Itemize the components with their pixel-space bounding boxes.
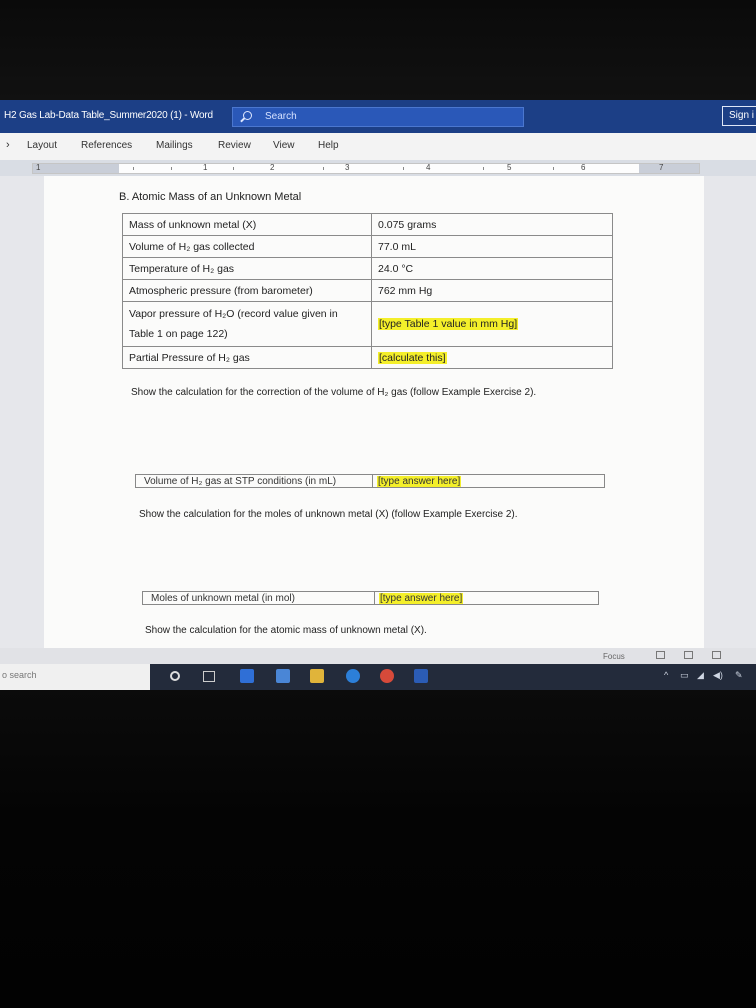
- taskbar-search-text: o search: [2, 670, 37, 680]
- table-cell-value[interactable]: 77.0 mL: [371, 235, 613, 258]
- table-cell-label[interactable]: Volume of H₂ gas collected: [122, 235, 372, 258]
- status-bar: [0, 648, 756, 664]
- ruler-tick: [553, 167, 554, 170]
- table-cell-label[interactable]: Vapor pressure of H₂O (record value give…: [122, 301, 372, 347]
- table-cell-label[interactable]: Temperature of H₂ gas: [122, 257, 372, 280]
- ruler-number: 6: [581, 163, 586, 172]
- ruler-right-margin[interactable]: [639, 164, 699, 173]
- word-icon[interactable]: [414, 669, 428, 683]
- pen-icon[interactable]: ✎: [735, 670, 743, 681]
- tab-mailings[interactable]: Mailings: [156, 140, 193, 151]
- task-view-icon[interactable]: [203, 671, 215, 682]
- web-layout-icon[interactable]: [712, 651, 721, 659]
- ruler-left-margin[interactable]: [33, 164, 119, 173]
- window-title: H2 Gas Lab-Data Table_Summer2020 (1) - W…: [4, 110, 213, 121]
- store-icon[interactable]: [276, 669, 290, 683]
- table-cell-label[interactable]: Atmospheric pressure (from barometer): [122, 279, 372, 302]
- ruler-tick: [233, 167, 234, 170]
- table-cell-value[interactable]: 762 mm Hg: [371, 279, 613, 302]
- chevron-up-icon[interactable]: ^: [664, 670, 668, 680]
- ie-icon[interactable]: [346, 669, 360, 683]
- table-row: Volume of H₂ gas collected 77.0 mL: [122, 235, 613, 258]
- ruler-tick: [171, 167, 172, 170]
- table-row: Temperature of H₂ gas 24.0 °C: [122, 257, 613, 280]
- ruler-number: 3: [345, 163, 350, 172]
- tab-view[interactable]: View: [273, 140, 295, 151]
- ruler-tick: [133, 167, 134, 170]
- answer-box-volume: Volume of H₂ gas at STP conditions (in m…: [135, 474, 605, 488]
- tab-help[interactable]: Help: [318, 140, 339, 151]
- highlighted-placeholder[interactable]: [type Table 1 value in mm Hg]: [378, 318, 519, 330]
- ruler-number: 7: [659, 163, 664, 172]
- tab-references[interactable]: References: [81, 140, 132, 151]
- ruler-number: 4: [426, 163, 431, 172]
- ruler-number: 5: [507, 163, 512, 172]
- tab-layout[interactable]: Layout: [27, 140, 57, 151]
- table-cell-value[interactable]: [type Table 1 value in mm Hg]: [371, 301, 613, 347]
- search-icon: [243, 111, 252, 120]
- background-bottom: [0, 690, 756, 1008]
- read-mode-icon[interactable]: [656, 651, 665, 659]
- search-placeholder: Search: [265, 111, 297, 122]
- background-top: [0, 0, 756, 100]
- print-layout-icon[interactable]: [684, 651, 693, 659]
- table-row: Mass of unknown metal (X) 0.075 grams: [122, 213, 613, 236]
- answer-placeholder[interactable]: [type answer here]: [377, 476, 462, 487]
- battery-icon[interactable]: ▭: [680, 670, 689, 681]
- ribbon-tabs: › Layout References Mailings Review View…: [0, 133, 756, 161]
- table-row: Partial Pressure of H₂ gas [calculate th…: [122, 346, 613, 369]
- ruler-tick: [483, 167, 484, 170]
- cortana-icon[interactable]: [170, 671, 180, 681]
- ruler-number: 2: [270, 163, 275, 172]
- edge-icon[interactable]: [240, 669, 254, 683]
- ruler-tick: [323, 167, 324, 170]
- tab-review[interactable]: Review: [218, 140, 251, 151]
- instruction-moles: Show the calculation for the moles of un…: [139, 509, 518, 520]
- table-cell-value[interactable]: [calculate this]: [371, 346, 613, 369]
- table-cell-value[interactable]: 0.075 grams: [371, 213, 613, 236]
- table-cell-label[interactable]: Partial Pressure of H₂ gas: [122, 346, 372, 369]
- answer-label: Volume of H₂ gas at STP conditions (in m…: [136, 475, 373, 487]
- table-cell-label[interactable]: Mass of unknown metal (X): [122, 213, 372, 236]
- table-cell-value[interactable]: 24.0 °C: [371, 257, 613, 280]
- data-table: Mass of unknown metal (X) 0.075 grams Vo…: [122, 213, 613, 369]
- chrome-icon[interactable]: [380, 669, 394, 683]
- highlighted-placeholder[interactable]: [calculate this]: [378, 351, 447, 364]
- section-heading: B. Atomic Mass of an Unknown Metal: [119, 191, 302, 203]
- ruler-number: 1: [36, 163, 41, 172]
- ruler-tick: [403, 167, 404, 170]
- table-row: Atmospheric pressure (from barometer) 76…: [122, 279, 613, 302]
- wifi-icon[interactable]: ◢: [697, 670, 704, 681]
- answer-placeholder[interactable]: [type answer here]: [379, 593, 464, 604]
- instruction-atomic-mass: Show the calculation for the atomic mass…: [145, 625, 427, 636]
- ruler-number: 1: [203, 163, 208, 172]
- answer-box-moles: Moles of unknown metal (in mol) [type an…: [142, 591, 599, 605]
- focus-mode-button[interactable]: Focus: [603, 652, 625, 661]
- search-box[interactable]: Search: [232, 107, 524, 127]
- answer-label: Moles of unknown metal (in mol): [143, 592, 375, 604]
- horizontal-ruler[interactable]: 1 1 2 3 4 5 6 7: [32, 163, 700, 174]
- volume-icon[interactable]: ◀): [713, 670, 723, 681]
- table-row: Vapor pressure of H₂O (record value give…: [122, 301, 613, 347]
- sign-in-button[interactable]: Sign i: [722, 106, 756, 126]
- chevron-left-icon[interactable]: ›: [6, 139, 10, 151]
- instruction-volume-correction: Show the calculation for the correction …: [131, 387, 537, 398]
- file-explorer-icon[interactable]: [310, 669, 324, 683]
